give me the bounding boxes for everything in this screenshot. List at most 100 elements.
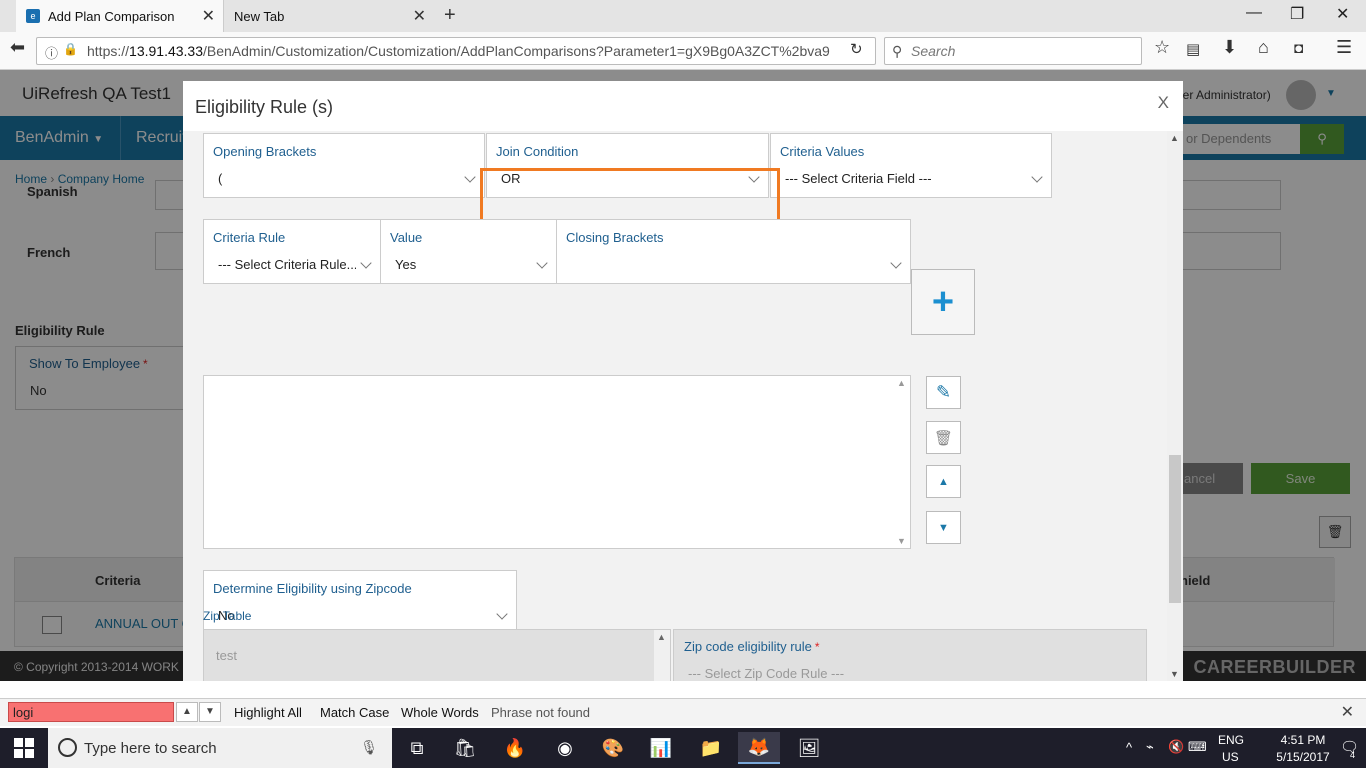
system-tray: ^ ⌁ 🔇 ⌨ ENG US 4:51 PM 5/15/2017 🗨 4 xyxy=(1126,728,1366,768)
spreadsheet-icon[interactable]: 📊 xyxy=(640,732,682,764)
chevron-down-icon xyxy=(464,171,476,184)
volume-icon[interactable]: 🔇 xyxy=(1168,739,1184,755)
windows-start-icon[interactable] xyxy=(14,738,34,758)
modal-title: Eligibility Rule (s) xyxy=(195,97,334,117)
find-previous-button[interactable]: ▲ xyxy=(176,702,198,722)
modal-scroll-thumb[interactable] xyxy=(1169,455,1181,603)
whole-words-toggle[interactable]: Whole Words xyxy=(401,705,479,720)
zip-code-rule-label: Zip code eligibility rule * xyxy=(684,639,820,654)
notification-count: 4 xyxy=(1350,750,1356,760)
windows-taskbar: Type here to search 🎙 ⧉ 🛍 🔥 ◉ 🎨 📊 📁 🦊 🖼 … xyxy=(0,728,1366,768)
chevron-up-icon[interactable]: ^ xyxy=(1126,740,1132,755)
criteria-rule-value: --- Select Criteria Rule... xyxy=(218,257,356,272)
find-input[interactable] xyxy=(8,702,174,722)
network-icon[interactable]: ⌁ xyxy=(1146,739,1154,755)
edit-rule-button[interactable]: ✎ xyxy=(926,376,961,409)
url-bar[interactable]: ⓘ 🔒 https://13.91.43.33/BenAdmin/Customi… xyxy=(36,37,876,65)
window-close-icon[interactable]: ✕ xyxy=(1336,4,1349,24)
add-rule-button[interactable]: + xyxy=(911,269,975,335)
reload-icon[interactable]: ↻ xyxy=(850,40,863,58)
image-viewer-icon[interactable]: 🖼 xyxy=(788,732,830,764)
move-up-button[interactable]: ▲ xyxy=(926,465,961,498)
url-host: 13.91.43.33 xyxy=(129,43,203,59)
zip-table-list[interactable]: test ▲ xyxy=(203,629,671,681)
keyboard-icon[interactable]: ⌨ xyxy=(1188,739,1207,755)
search-icon: ⚲ xyxy=(892,43,903,59)
join-condition-label: Join Condition xyxy=(496,144,579,159)
taskbar-search-placeholder: Type here to search xyxy=(84,739,217,757)
back-arrow-icon[interactable]: ⬅ xyxy=(10,37,25,58)
zipcode-eligibility-label: Determine Eligibility using Zipcode xyxy=(213,581,412,596)
modal-scrollbar[interactable]: ▲ ▼ xyxy=(1167,131,1183,681)
pocket-icon[interactable]: ◘ xyxy=(1294,40,1303,57)
scroll-up-icon[interactable]: ▲ xyxy=(897,378,906,388)
criteria-values-label: Criteria Values xyxy=(780,144,865,159)
hamburger-menu-icon[interactable]: ☰ xyxy=(1336,37,1352,58)
criteria-rule-select[interactable]: Criteria Rule --- Select Criteria Rule..… xyxy=(203,219,381,284)
file-explorer-icon[interactable]: 📁 xyxy=(690,732,732,764)
delete-rule-button[interactable]: 🗑 xyxy=(926,421,961,454)
tab-label: New Tab xyxy=(234,8,285,24)
home-icon[interactable]: ⌂ xyxy=(1258,37,1269,58)
close-tab-icon[interactable]: ✕ xyxy=(202,6,215,26)
plus-icon: + xyxy=(931,281,955,323)
new-tab-plus-icon[interactable]: + xyxy=(444,4,456,27)
chevron-down-icon xyxy=(496,608,508,621)
chrome-icon[interactable]: ◉ xyxy=(544,732,586,764)
find-next-button[interactable]: ▼ xyxy=(199,702,221,722)
find-bar: ▲ ▼ Highlight All Match Case Whole Words… xyxy=(0,698,1366,726)
app-flame-icon[interactable]: 🔥 xyxy=(494,732,536,764)
store-icon[interactable]: 🛍 xyxy=(444,732,486,764)
maximize-icon[interactable]: ❐ xyxy=(1290,4,1304,24)
match-case-toggle[interactable]: Match Case xyxy=(320,705,389,720)
move-down-button[interactable]: ▼ xyxy=(926,511,961,544)
microphone-icon[interactable]: 🎙 xyxy=(360,739,378,756)
modal-close-button[interactable]: X xyxy=(1158,93,1169,113)
task-view-icon[interactable]: ⧉ xyxy=(396,732,438,764)
clock-date: 5/15/2017 xyxy=(1276,750,1330,764)
trash-icon: 🗑 xyxy=(933,429,954,447)
scroll-down-icon[interactable]: ▼ xyxy=(1170,669,1179,679)
tab-new-tab[interactable]: New Tab ✕ xyxy=(224,0,434,32)
criteria-values-select[interactable]: Criteria Values --- Select Criteria Fiel… xyxy=(770,133,1052,198)
opening-brackets-select[interactable]: Opening Brackets ( xyxy=(203,133,485,198)
zip-table-scrollbar[interactable]: ▲ xyxy=(654,630,670,681)
caret-up-icon: ▲ xyxy=(938,475,949,488)
close-tab-icon[interactable]: ✕ xyxy=(413,6,426,26)
clock-time[interactable]: 4:51 PM xyxy=(1276,733,1330,747)
reading-list-icon[interactable]: ▤ xyxy=(1186,40,1200,58)
browser-nav-bar: ⬅ ⓘ 🔒 https://13.91.43.33/BenAdmin/Custo… xyxy=(0,32,1366,70)
taskbar-search-box[interactable]: Type here to search 🎙 xyxy=(48,728,392,768)
zip-table-row[interactable]: test xyxy=(216,648,237,663)
value-label: Value xyxy=(390,230,423,245)
chevron-down-icon xyxy=(360,257,372,270)
scroll-up-icon[interactable]: ▲ xyxy=(657,632,666,642)
minimize-icon[interactable]: — xyxy=(1246,4,1262,22)
tab-label: Add Plan Comparison xyxy=(48,8,175,24)
caret-down-icon: ▼ xyxy=(938,521,949,534)
rules-list-scrollbar[interactable]: ▲ ▼ xyxy=(894,376,910,548)
browser-search-input[interactable]: ⚲ Search xyxy=(884,37,1142,65)
download-icon[interactable]: ⬇ xyxy=(1222,37,1237,58)
tab-add-plan-comparison[interactable]: e Add Plan Comparison ✕ xyxy=(16,0,224,32)
closing-brackets-select[interactable]: Closing Brackets xyxy=(556,219,911,284)
criteria-values-value: --- Select Criteria Field --- xyxy=(785,171,932,186)
zipcode-eligibility-select[interactable]: Determine Eligibility using Zipcode No xyxy=(203,570,517,636)
find-status: Phrase not found xyxy=(491,705,591,720)
value-select[interactable]: Value Yes xyxy=(380,219,557,284)
paint-icon[interactable]: 🎨 xyxy=(592,732,634,764)
scroll-up-icon[interactable]: ▲ xyxy=(1170,133,1179,143)
scroll-down-icon[interactable]: ▼ xyxy=(897,536,906,546)
info-icon[interactable]: ⓘ xyxy=(45,43,58,62)
language-indicator[interactable]: ENG xyxy=(1218,733,1244,747)
highlight-all-toggle[interactable]: Highlight All xyxy=(234,705,302,720)
site-favicon-icon: e xyxy=(26,9,40,23)
lock-icon: 🔒 xyxy=(63,42,78,56)
zip-code-rule-value: --- Select Zip Code Rule --- xyxy=(688,666,845,681)
rules-list[interactable]: ▲ ▼ xyxy=(203,375,911,549)
firefox-icon[interactable]: 🦊 xyxy=(738,732,780,764)
zip-code-rule-select[interactable]: Zip code eligibility rule * --- Select Zi… xyxy=(673,629,1147,681)
bookmark-star-icon[interactable]: ☆ xyxy=(1154,37,1170,58)
close-find-bar-icon[interactable]: ✕ xyxy=(1341,702,1354,722)
opening-brackets-label: Opening Brackets xyxy=(213,144,317,159)
